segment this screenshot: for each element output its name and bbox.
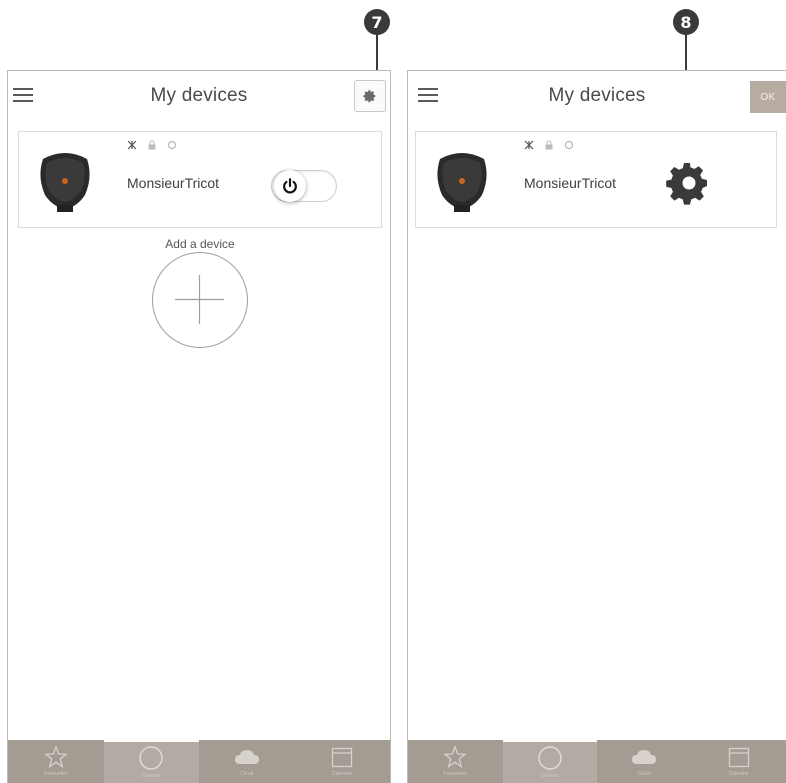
top-bar: My devices [8, 71, 390, 123]
star-icon [44, 745, 68, 769]
power-toggle[interactable] [271, 170, 337, 202]
calendar-icon [332, 747, 353, 768]
callout-7: 7 [364, 9, 390, 35]
device-name: MonsieurTricot [127, 175, 220, 191]
tab-favourites[interactable]: Favourites [8, 740, 104, 783]
callout-8: 8 [673, 9, 699, 35]
tab-label: Devices [540, 773, 559, 779]
device-name: MonsieurTricot [524, 175, 617, 191]
tab-cloud[interactable]: Cloud [597, 740, 692, 783]
add-device-label: Add a device [165, 237, 235, 251]
screen-right: My devices OK MonsieurTricot Favourites … [407, 70, 786, 783]
status-icons [127, 140, 177, 150]
sync-icon [565, 141, 573, 149]
ok-button[interactable]: OK [750, 81, 786, 113]
bluetooth-icon [524, 140, 534, 150]
top-bar: My devices OK [408, 71, 786, 123]
tab-label: Calendar [728, 771, 749, 777]
lock-icon [148, 140, 156, 150]
star-icon [443, 745, 467, 769]
tab-devices[interactable]: Devices [103, 740, 199, 783]
device-card[interactable]: MonsieurTricot [18, 131, 382, 228]
page-title: My devices [150, 85, 248, 106]
tab-calendar[interactable]: Calendar [692, 740, 786, 783]
device-card[interactable]: MonsieurTricot [415, 131, 777, 228]
tab-label: Favourites [443, 771, 467, 777]
tab-devices[interactable]: Devices [502, 740, 597, 783]
tab-label: Devices [142, 773, 161, 779]
tab-label: Calendar [332, 771, 353, 777]
tab-bar: Favourites Devices Cloud Calendar [8, 740, 390, 783]
cloud-icon [632, 750, 657, 764]
page-title: My devices [548, 85, 646, 106]
tab-bar: Favourites Devices Cloud Calendar [408, 740, 786, 783]
tab-label: Favourites [44, 771, 68, 777]
tab-label: Cloud [240, 771, 254, 777]
cloud-icon [234, 750, 259, 764]
gear-icon [363, 90, 376, 103]
sync-icon [168, 141, 176, 149]
device-image [437, 153, 487, 212]
circle-icon [139, 746, 163, 770]
status-icons [524, 140, 574, 150]
settings-button[interactable] [354, 80, 386, 112]
tab-label: Cloud [637, 771, 651, 777]
calendar-icon [728, 747, 749, 768]
device-settings-gear-icon[interactable] [665, 159, 713, 207]
tab-favourites[interactable]: Favourites [408, 740, 503, 783]
tab-calendar[interactable]: Calendar [295, 740, 391, 783]
bluetooth-icon [127, 140, 137, 150]
lock-icon [545, 140, 553, 150]
toggle-knob [274, 170, 306, 202]
circle-icon [538, 746, 562, 770]
power-icon [283, 178, 297, 194]
plus-icon [175, 275, 224, 324]
tab-cloud[interactable]: Cloud [199, 740, 295, 783]
add-device-button[interactable] [152, 252, 248, 348]
device-image [40, 153, 90, 212]
screen-left: My devices MonsieurTricot Add a device F… [7, 70, 391, 783]
